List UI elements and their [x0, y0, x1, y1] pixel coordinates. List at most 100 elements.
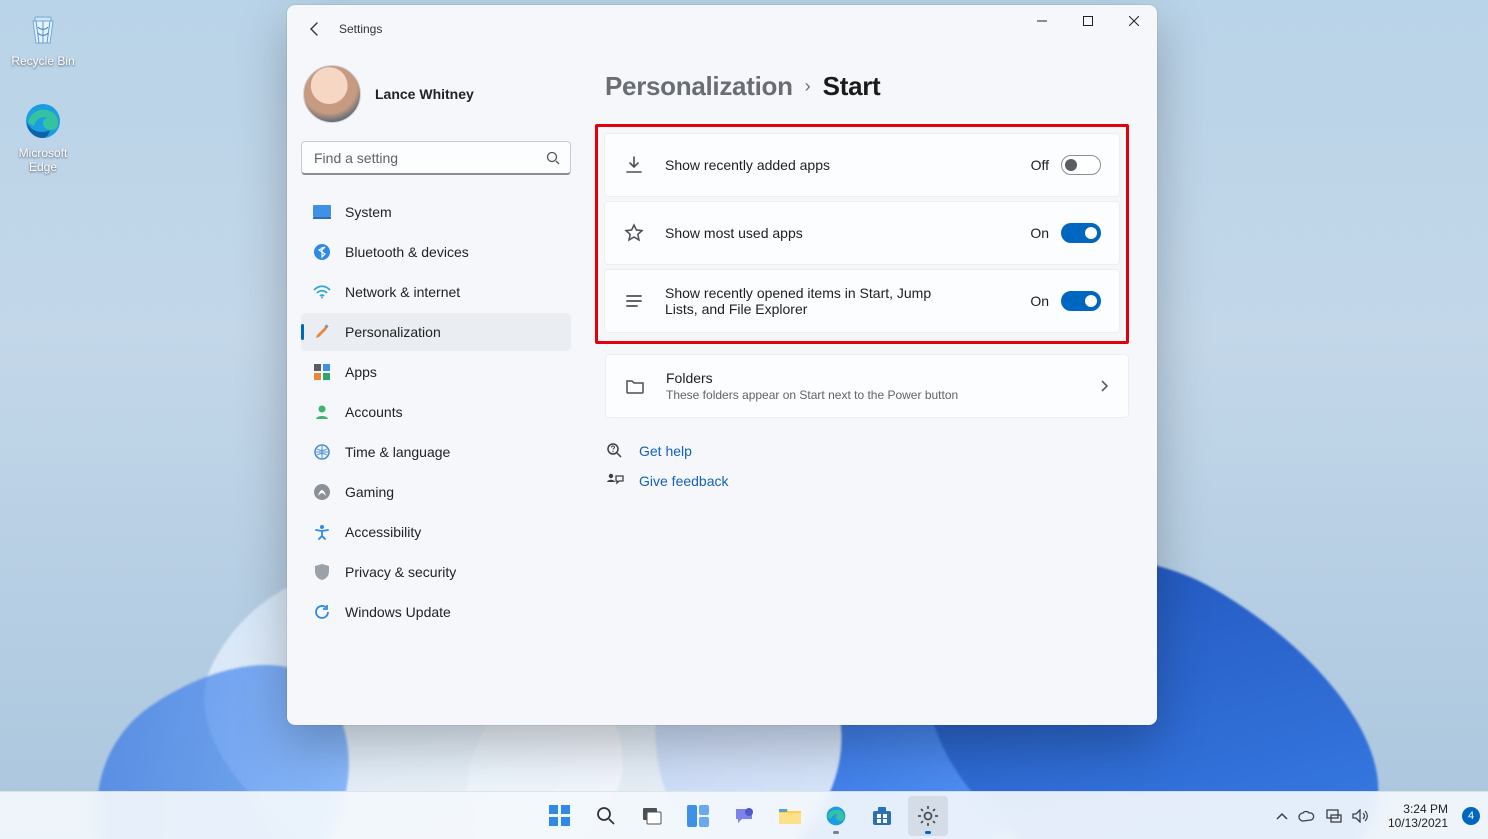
desktop-icon-label: Microsoft Edge — [4, 146, 82, 174]
network-tray-icon[interactable] — [1326, 809, 1342, 823]
close-button[interactable] — [1111, 5, 1157, 37]
start-button[interactable] — [540, 796, 580, 836]
nav-label: Windows Update — [345, 604, 451, 620]
taskbar: 3:24 PM 10/13/2021 4 — [0, 791, 1488, 839]
toggle-state-label: On — [1030, 293, 1049, 309]
feedback-icon — [605, 472, 625, 490]
widgets-button[interactable] — [678, 796, 718, 836]
tray-overflow-icon[interactable] — [1276, 812, 1288, 820]
search-field[interactable] — [312, 149, 546, 167]
nav-update[interactable]: Windows Update — [301, 593, 571, 631]
chevron-right-icon — [1098, 380, 1110, 392]
toggle-state-label: Off — [1031, 157, 1049, 173]
nav-label: Accessibility — [345, 524, 421, 540]
clock-globe-icon — [313, 443, 331, 461]
user-block[interactable]: Lance Whitney — [301, 63, 571, 141]
star-icon — [623, 223, 645, 243]
give-feedback-link[interactable]: Give feedback — [605, 472, 1129, 490]
nav-system[interactable]: System — [301, 193, 571, 231]
nav-label: Personalization — [345, 324, 441, 340]
toggle-recent-items[interactable] — [1061, 291, 1101, 311]
nav-privacy[interactable]: Privacy & security — [301, 553, 571, 591]
setting-recently-added-apps[interactable]: Show recently added apps Off — [604, 133, 1120, 197]
window-title: Settings — [339, 22, 382, 36]
setting-label: Show recently added apps — [665, 157, 1011, 173]
chat-button[interactable] — [724, 796, 764, 836]
search-icon — [546, 151, 560, 165]
setting-most-used-apps[interactable]: Show most used apps On — [604, 201, 1120, 265]
file-explorer-button[interactable] — [770, 796, 810, 836]
taskbar-settings-button[interactable] — [908, 796, 948, 836]
clock-time: 3:24 PM — [1388, 802, 1448, 816]
taskbar-center — [540, 796, 948, 836]
xbox-icon — [313, 483, 331, 501]
nav-time[interactable]: Time & language — [301, 433, 571, 471]
breadcrumb-parent[interactable]: Personalization — [605, 71, 793, 102]
nav-label: Bluetooth & devices — [345, 244, 469, 260]
nav-personalization[interactable]: Personalization — [301, 313, 571, 351]
maximize-button[interactable] — [1065, 5, 1111, 37]
user-name: Lance Whitney — [375, 86, 474, 102]
taskbar-search[interactable] — [586, 796, 626, 836]
nav-gaming[interactable]: Gaming — [301, 473, 571, 511]
sidebar: Lance Whitney System Bluetooth & devices — [287, 53, 585, 725]
bluetooth-icon — [313, 243, 331, 261]
recycle-bin-icon — [22, 8, 64, 50]
setting-folders[interactable]: Folders These folders appear on Start ne… — [605, 354, 1129, 418]
back-button[interactable] — [299, 13, 331, 45]
nav-accounts[interactable]: Accounts — [301, 393, 571, 431]
clock-date: 10/13/2021 — [1388, 816, 1448, 830]
list-icon — [623, 291, 645, 311]
desktop-icon-recycle-bin[interactable]: Recycle Bin — [4, 8, 82, 68]
help-links: Get help Give feedback — [605, 442, 1129, 490]
setting-label: Show recently opened items in Start, Jum… — [665, 285, 945, 317]
setting-recent-items[interactable]: Show recently opened items in Start, Jum… — [604, 269, 1120, 333]
search-input[interactable] — [301, 141, 571, 175]
nav-label: Time & language — [345, 444, 450, 460]
nav-bluetooth[interactable]: Bluetooth & devices — [301, 233, 571, 271]
edge-icon — [22, 100, 64, 142]
setting-label: Show most used apps — [665, 225, 1010, 241]
taskbar-edge-button[interactable] — [816, 796, 856, 836]
paintbrush-icon — [313, 323, 331, 341]
minimize-button[interactable] — [1019, 5, 1065, 37]
setting-sublabel: These folders appear on Start next to th… — [666, 388, 1078, 402]
annotation-highlight: Show recently added apps Off Show most u… — [595, 124, 1129, 344]
toggle-state-label: On — [1030, 225, 1049, 241]
nav-label: Accounts — [345, 404, 403, 420]
chevron-right-icon: › — [805, 76, 811, 97]
person-icon — [313, 403, 331, 421]
link-label[interactable]: Get help — [639, 443, 692, 459]
nav-label: Privacy & security — [345, 564, 456, 580]
notification-badge[interactable]: 4 — [1462, 807, 1480, 825]
nav-label: Gaming — [345, 484, 394, 500]
onedrive-icon[interactable] — [1298, 810, 1316, 822]
nav-label: Apps — [345, 364, 377, 380]
system-tray[interactable] — [1270, 796, 1374, 836]
desktop-icon-label: Recycle Bin — [4, 54, 82, 68]
apps-icon — [313, 363, 331, 381]
content-area: Personalization › Start Show recently ad… — [585, 53, 1157, 725]
nav-accessibility[interactable]: Accessibility — [301, 513, 571, 551]
volume-icon[interactable] — [1352, 809, 1368, 823]
desktop-icon-edge[interactable]: Microsoft Edge — [4, 100, 82, 174]
nav-apps[interactable]: Apps — [301, 353, 571, 391]
display-icon — [313, 203, 331, 221]
folder-icon — [624, 377, 646, 395]
wifi-icon — [313, 283, 331, 301]
shield-icon — [313, 563, 331, 581]
link-label[interactable]: Give feedback — [639, 473, 729, 489]
taskbar-clock[interactable]: 3:24 PM 10/13/2021 — [1382, 802, 1454, 830]
setting-label: Folders — [666, 370, 1078, 386]
get-help-link[interactable]: Get help — [605, 442, 1129, 460]
nav-list: System Bluetooth & devices Network & int… — [301, 193, 571, 631]
nav-label: Network & internet — [345, 284, 460, 300]
nav-network[interactable]: Network & internet — [301, 273, 571, 311]
toggle-recently-added[interactable] — [1061, 155, 1101, 175]
breadcrumb-current: Start — [823, 71, 881, 102]
task-view[interactable] — [632, 796, 672, 836]
microsoft-store-button[interactable] — [862, 796, 902, 836]
toggle-most-used[interactable] — [1061, 223, 1101, 243]
settings-window: Settings Lance Whitney System — [287, 5, 1157, 725]
titlebar: Settings — [287, 5, 1157, 53]
